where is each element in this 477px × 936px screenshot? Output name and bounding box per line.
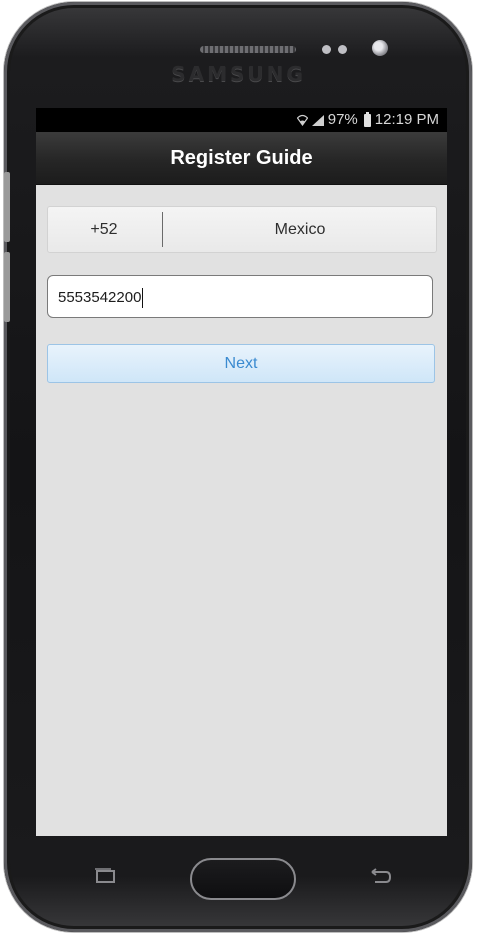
home-button[interactable] (190, 858, 296, 900)
battery-percent: 97% (327, 111, 358, 128)
phone-number-input[interactable]: 5553542200 (47, 275, 433, 318)
front-camera-icon (372, 40, 388, 56)
phone-number-value: 5553542200 (58, 289, 142, 306)
volume-down-key[interactable] (4, 252, 10, 322)
country-name[interactable]: Mexico (164, 207, 436, 252)
page-title: Register Guide (36, 132, 447, 185)
battery-icon (363, 111, 371, 127)
signal-icon (311, 114, 324, 126)
light-sensor (338, 45, 347, 54)
brand-logo: SAMSUNG (171, 62, 306, 86)
text-cursor (142, 288, 144, 309)
app-screen: 97% 12:19 PM Register Guide +52 Mexico 5… (36, 108, 447, 836)
status-bar: 97% 12:19 PM (36, 108, 447, 132)
wifi-icon (296, 114, 308, 126)
divider (162, 212, 163, 247)
proximity-sensor (322, 45, 331, 54)
country-selector[interactable]: +52 Mexico (47, 206, 437, 253)
next-button[interactable]: Next (47, 344, 435, 383)
recent-apps-icon[interactable] (94, 868, 116, 884)
back-icon[interactable] (370, 868, 392, 884)
status-time: 12:19 PM (374, 111, 439, 128)
country-code[interactable]: +52 (48, 207, 160, 252)
earpiece-speaker (200, 46, 296, 53)
volume-up-key[interactable] (4, 172, 10, 242)
